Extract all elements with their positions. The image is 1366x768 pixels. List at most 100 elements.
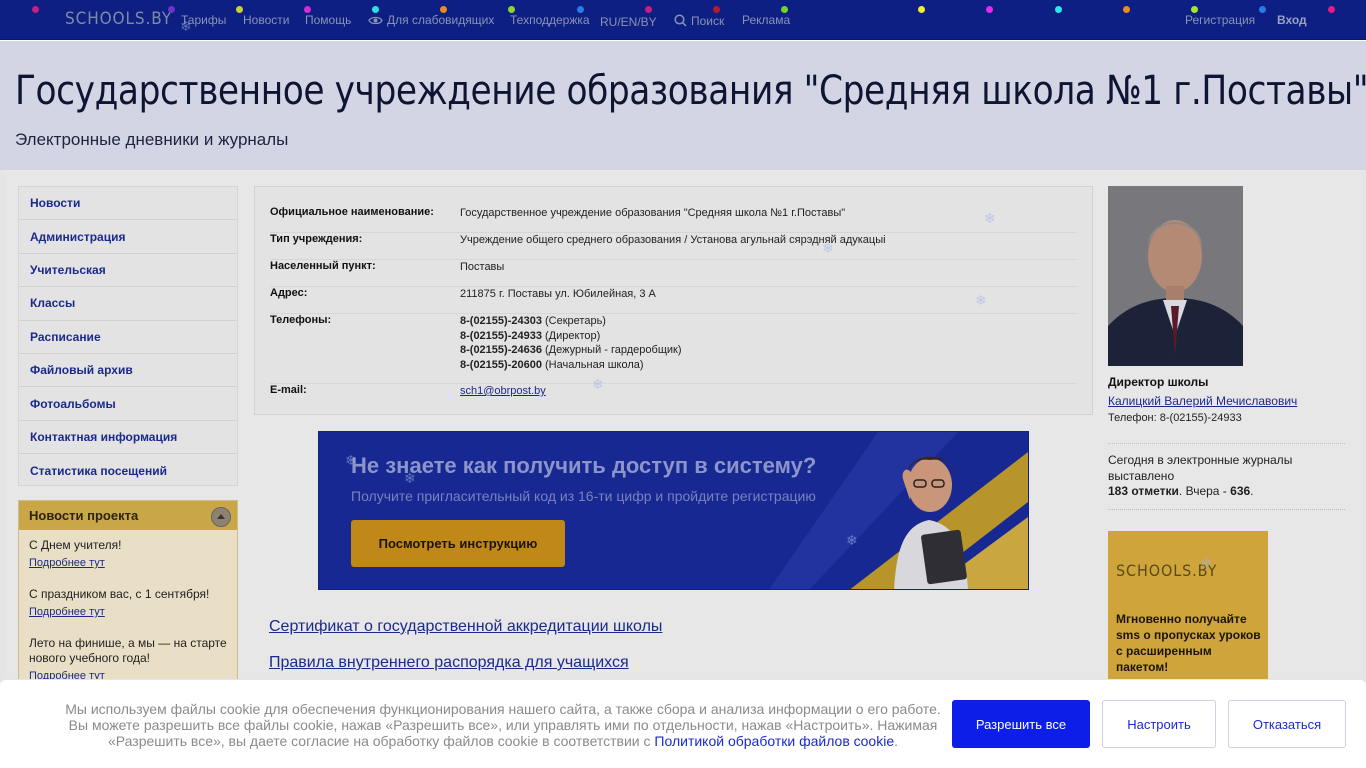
login-link[interactable]: Вход [1277, 13, 1307, 27]
snowflake-icon: ❄ [345, 452, 357, 468]
garland-light [781, 6, 788, 13]
phone-note: (Секретарь) [545, 315, 606, 327]
schools-by-logo[interactable]: SCHOOLS.BY [65, 9, 172, 29]
locality-value: Поставы [460, 261, 505, 273]
search-icon [674, 14, 687, 27]
project-news-title: Новости проекта [29, 508, 139, 523]
news-item-more-link[interactable]: Подробнее тут [29, 557, 227, 569]
view-instruction-button[interactable]: Посмотреть инструкцию [351, 520, 565, 567]
nav-search-label: Поиск [691, 14, 725, 28]
project-news-panel: Новости проекта С Днем учителя! Подробне… [18, 500, 238, 700]
info-label: Телефоны: [270, 314, 332, 326]
marks-stats-end: . [1250, 484, 1254, 498]
menu-item-file-archive[interactable]: Файловый архив [19, 354, 237, 388]
info-label: E-mail: [270, 384, 307, 396]
garland-light [1191, 6, 1198, 13]
garland-light [1328, 6, 1335, 13]
info-row: Населенный пункт: Поставы [270, 260, 1077, 287]
snowflake-icon: ❄ [984, 210, 996, 226]
student-rules-link[interactable]: Правила внутреннего распорядка для учащи… [269, 654, 629, 672]
director-photo [1108, 186, 1243, 366]
school-menu: Новости Администрация Учительская Классы… [18, 186, 238, 486]
nav-ads[interactable]: Реклама [742, 13, 790, 27]
phone-line: 8-(02155)-20600 (Начальная школа) [460, 358, 682, 373]
menu-item-visit-stats[interactable]: Статистика посещений [19, 454, 237, 487]
nav-accessibility[interactable]: Для слабовидящих [368, 13, 494, 27]
menu-item-administration[interactable]: Администрация [19, 220, 237, 254]
info-row: Тип учреждения: Учреждение общего средне… [270, 233, 1077, 260]
info-row: Адрес: 211875 г. Поставы ул. Юбилейная, … [270, 287, 1077, 314]
cookie-policy-link[interactable]: Политикой обработки файлов cookie [654, 733, 894, 749]
director-phone: Телефон: 8-(02155)-24933 [1108, 412, 1242, 424]
phone-number: 8-(02155)-24636 [460, 344, 542, 356]
director-portrait [1108, 186, 1243, 366]
garland-light [1259, 6, 1266, 13]
ad-text: Мгновенно получайте sms о пропусках урок… [1116, 612, 1261, 674]
marks-yesterday-count: 636 [1230, 484, 1251, 498]
snowflake-icon: ❄ [846, 532, 858, 548]
menu-item-contacts[interactable]: Контактная информация [19, 421, 237, 455]
allow-all-cookies-button[interactable]: Разрешить все [952, 700, 1090, 748]
info-row: Официальное наименование: Государственно… [270, 206, 1077, 233]
info-row: E-mail: sch1@obrpost.by [270, 384, 1077, 404]
phone-line: 8-(02155)-24933 (Директор) [460, 329, 682, 344]
nav-search[interactable]: Поиск [674, 14, 724, 28]
marks-stats-text: Сегодня в электронные журналы выставлено [1108, 453, 1293, 483]
garland-light [713, 6, 720, 13]
garland-light [168, 6, 175, 13]
cookie-text: Мы используем файлы cookie для обеспечен… [58, 701, 948, 749]
menu-item-schedule[interactable]: Расписание [19, 321, 237, 354]
garland-light [577, 6, 584, 13]
nav-help[interactable]: Помощь [305, 13, 351, 27]
sms-ad-banner[interactable]: SCHOOLS.BY Мгновенно получайте sms о про… [1108, 531, 1268, 701]
phone-number: 8-(02155)-20600 [460, 358, 542, 371]
snowflake-icon: ❄ [822, 240, 834, 256]
marks-statistics: Сегодня в электронные журналы выставлено… [1108, 453, 1345, 500]
phone-note: (Дежурный - гардеробщик) [545, 344, 682, 356]
configure-cookies-button[interactable]: Настроить [1102, 700, 1216, 748]
garland-light [236, 6, 243, 13]
address-value: 211875 г. Поставы ул. Юбилейная, 3 А [460, 288, 656, 300]
snowflake-icon: ❄ [592, 376, 604, 392]
accreditation-certificate-link[interactable]: Сертификат о государственной аккредитаци… [269, 618, 662, 636]
phone-number: 8-(02155)-24303 [460, 315, 542, 327]
info-label: Адрес: [270, 287, 308, 299]
info-label: Тип учреждения: [270, 233, 363, 245]
news-item: С праздником вас, с 1 сентября! Подробне… [19, 573, 237, 622]
garland-light [986, 6, 993, 13]
news-item-more-link[interactable]: Подробнее тут [29, 606, 227, 618]
eye-icon [368, 16, 383, 25]
language-switch[interactable]: RU/EN/BY [600, 15, 657, 29]
collapse-arrow-icon[interactable] [211, 507, 231, 527]
garland-light [372, 6, 379, 13]
divider [1108, 443, 1345, 444]
cookie-consent-bar: Мы используем файлы cookie для обеспечен… [0, 679, 1366, 768]
school-info-table: Официальное наименование: Государственно… [254, 186, 1093, 415]
garland-light [1055, 6, 1062, 13]
nav-news[interactable]: Новости [243, 13, 289, 27]
email-link[interactable]: sch1@obrpost.by [460, 385, 546, 397]
garland-light [440, 6, 447, 13]
cookie-message-end: . [894, 733, 899, 749]
info-row: Телефоны: 8-(02155)-24303 (Секретарь) 8-… [270, 314, 1077, 384]
news-item-title: С праздником вас, с 1 сентября! [29, 587, 210, 601]
decline-cookies-button[interactable]: Отказаться [1228, 700, 1346, 748]
banner-headline: Не знаете как получить доступ в систему? [351, 453, 817, 478]
menu-item-teachers[interactable]: Учительская [19, 254, 237, 288]
garland-light [1123, 6, 1130, 13]
school-subtitle: Электронные дневники и журналы [15, 130, 289, 149]
info-label: Официальное наименование: [270, 206, 434, 218]
menu-item-news[interactable]: Новости [19, 187, 237, 221]
menu-item-classes[interactable]: Классы [19, 287, 237, 321]
director-name-link[interactable]: Калицкий Валерий Мечиславович [1108, 394, 1297, 408]
project-news-header: Новости проекта [19, 501, 237, 530]
access-instruction-banner[interactable]: Не знаете как получить доступ в систему?… [318, 431, 1029, 590]
nav-support[interactable]: Техподдержка [510, 13, 590, 27]
nav-accessibility-label: Для слабовидящих [387, 13, 495, 27]
register-link[interactable]: Регистрация [1185, 13, 1255, 27]
director-label: Директор школы [1108, 375, 1209, 389]
phones-value: 8-(02155)-24303 (Секретарь) 8-(02155)-24… [460, 314, 682, 372]
menu-item-photo-albums[interactable]: Фотоальбомы [19, 387, 237, 421]
garland-light [645, 6, 652, 13]
snowflake-icon: ❄ [975, 292, 987, 308]
